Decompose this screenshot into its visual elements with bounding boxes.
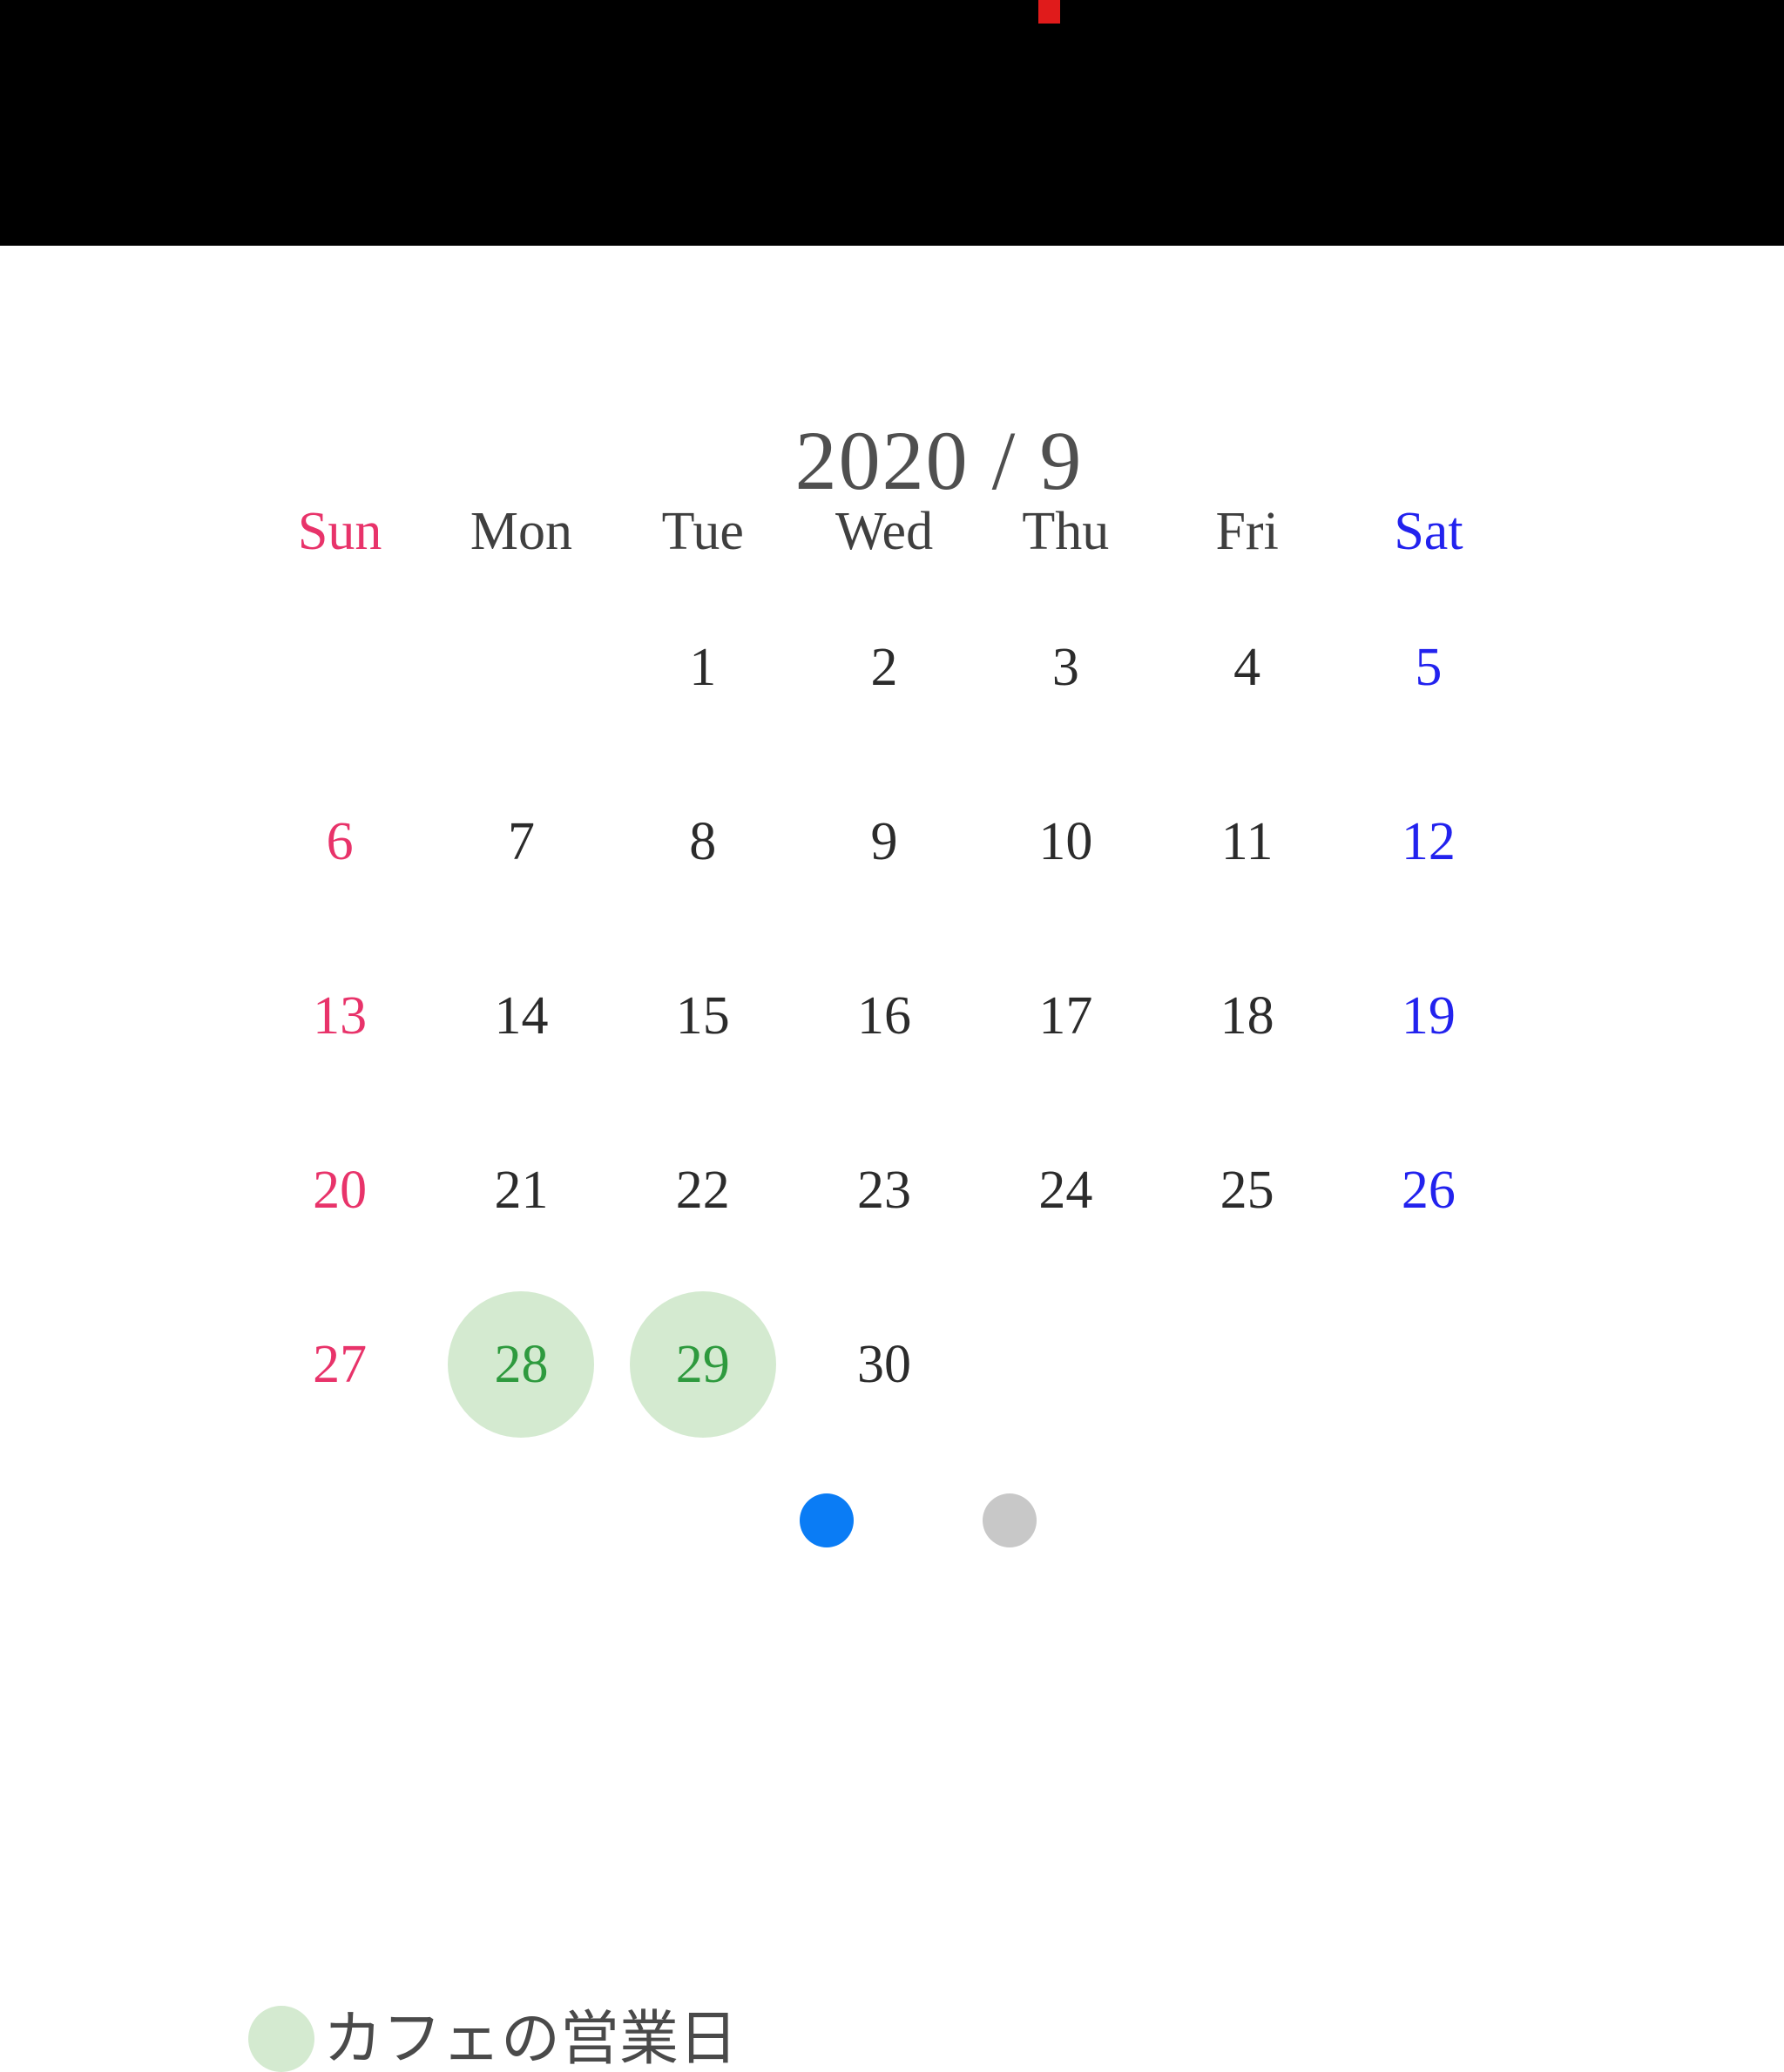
- weekday-header-cell: Sat: [1338, 483, 1519, 580]
- calendar-day-cell[interactable]: 25: [1156, 1103, 1337, 1277]
- calendar-day-cell[interactable]: 29: [612, 1277, 794, 1452]
- day-number: 10: [1038, 812, 1093, 871]
- calendar-day-cell[interactable]: 15: [612, 929, 794, 1103]
- calendar-week-row: 20 21 22 23 24 25 26: [249, 1103, 1519, 1277]
- day-number: 8: [689, 812, 717, 871]
- calendar-day-cell[interactable]: 14: [430, 929, 612, 1103]
- day-number: 17: [1038, 986, 1093, 1046]
- day-number: 27: [313, 1335, 368, 1394]
- calendar-day-cell[interactable]: 16: [794, 929, 975, 1103]
- day-number: 26: [1401, 1161, 1456, 1220]
- calendar-grid: Sun Mon Tue Wed Thu Fri Sat 1 2 3 4 5 6 7 8 9 10 11 12 13 1…: [249, 483, 1519, 1452]
- day-number: 19: [1401, 986, 1456, 1046]
- pager-dot-inactive[interactable]: [983, 1493, 1037, 1547]
- pager-dot-active[interactable]: [800, 1493, 854, 1547]
- weekday-label-thu: Thu: [1022, 502, 1110, 561]
- day-number: 24: [1038, 1161, 1093, 1220]
- day-number: 25: [1220, 1161, 1274, 1220]
- weekday-label-sun: Sun: [297, 502, 382, 561]
- day-number: 11: [1220, 812, 1274, 871]
- calendar-day-cell[interactable]: 7: [430, 755, 612, 929]
- calendar-day-cell[interactable]: 10: [975, 755, 1156, 929]
- weekday-label-sat: Sat: [1394, 502, 1463, 561]
- red-marker-icon: [1038, 0, 1060, 24]
- weekday-label-fri: Fri: [1215, 502, 1279, 561]
- day-number: 14: [494, 986, 549, 1046]
- day-number: 23: [857, 1161, 912, 1220]
- calendar-day-cell[interactable]: 17: [975, 929, 1156, 1103]
- legend-label: カフェの営業日: [323, 2006, 739, 2072]
- day-number: 30: [857, 1335, 912, 1394]
- day-number: 15: [675, 986, 730, 1046]
- calendar-week-row: 6 7 8 9 10 11 12: [249, 755, 1519, 929]
- weekday-header-row: Sun Mon Tue Wed Thu Fri Sat: [249, 483, 1519, 580]
- day-number: 5: [1415, 638, 1443, 697]
- weekday-header-cell: Fri: [1156, 483, 1337, 580]
- calendar-empty-cell: [430, 580, 612, 755]
- day-number: 20: [313, 1161, 368, 1220]
- day-number: 12: [1401, 812, 1456, 871]
- legend-swatch-open-day: [248, 2006, 314, 2072]
- calendar-day-cell[interactable]: 12: [1338, 755, 1519, 929]
- day-number: 21: [494, 1161, 549, 1220]
- calendar-day-cell[interactable]: 23: [794, 1103, 975, 1277]
- day-number: 28: [494, 1335, 549, 1394]
- weekday-header-cell: Tue: [612, 483, 794, 580]
- calendar-week-row: 13 14 15 16 17 18 19: [249, 929, 1519, 1103]
- calendar-day-cell[interactable]: 26: [1338, 1103, 1519, 1277]
- weekday-label-tue: Tue: [661, 502, 744, 561]
- day-number: 4: [1233, 638, 1261, 697]
- calendar-empty-cell: [975, 1277, 1156, 1452]
- top-status-bar: [0, 0, 1784, 246]
- calendar-day-cell[interactable]: 19: [1338, 929, 1519, 1103]
- calendar-day-cell[interactable]: 27: [249, 1277, 430, 1452]
- weekday-header-cell: Sun: [249, 483, 430, 580]
- calendar-day-cell[interactable]: 18: [1156, 929, 1337, 1103]
- calendar-day-cell[interactable]: 6: [249, 755, 430, 929]
- day-number: 22: [675, 1161, 730, 1220]
- calendar-day-cell[interactable]: 30: [794, 1277, 975, 1452]
- weekday-label-mon: Mon: [470, 502, 573, 561]
- weekday-header-cell: Mon: [430, 483, 612, 580]
- day-number: 7: [507, 812, 535, 871]
- calendar-day-cell[interactable]: 2: [794, 580, 975, 755]
- day-number: 16: [857, 986, 912, 1046]
- day-number: 29: [675, 1335, 730, 1394]
- day-number: 6: [326, 812, 354, 871]
- day-number: 2: [870, 638, 898, 697]
- weekday-label-wed: Wed: [835, 502, 934, 561]
- calendar-week-row: 27 28 29 30: [249, 1277, 1519, 1452]
- calendar-day-cell[interactable]: 1: [612, 580, 794, 755]
- calendar-day-cell[interactable]: 3: [975, 580, 1156, 755]
- calendar-day-cell[interactable]: 9: [794, 755, 975, 929]
- calendar-day-cell[interactable]: 21: [430, 1103, 612, 1277]
- calendar-page: 2020 / 9 Sun Mon Tue Wed Thu Fri Sat 123456789…: [0, 246, 1784, 2072]
- day-number: 9: [870, 812, 898, 871]
- day-number: 18: [1220, 986, 1274, 1046]
- calendar-day-cell[interactable]: 13: [249, 929, 430, 1103]
- calendar-day-cell[interactable]: 20: [249, 1103, 430, 1277]
- calendar-day-cell[interactable]: 24: [975, 1103, 1156, 1277]
- legend: カフェの営業日: [248, 2006, 738, 2072]
- calendar-day-cell[interactable]: 28: [430, 1277, 612, 1452]
- day-number: 1: [689, 638, 717, 697]
- calendar-day-cell[interactable]: 11: [1156, 755, 1337, 929]
- calendar-empty-cell: [1156, 1277, 1337, 1452]
- calendar-day-cell[interactable]: 22: [612, 1103, 794, 1277]
- weekday-header-cell: Thu: [975, 483, 1156, 580]
- day-number: 13: [313, 986, 368, 1046]
- calendar-day-cell[interactable]: 4: [1156, 580, 1337, 755]
- pagination-dots[interactable]: [0, 1493, 1784, 1547]
- calendar-day-cell[interactable]: 5: [1338, 580, 1519, 755]
- calendar-empty-cell: [1338, 1277, 1519, 1452]
- calendar-week-row: 1 2 3 4 5: [249, 580, 1519, 755]
- day-number: 3: [1051, 638, 1079, 697]
- calendar-empty-cell: [249, 580, 430, 755]
- calendar-day-cell[interactable]: 8: [612, 755, 794, 929]
- weekday-header-cell: Wed: [794, 483, 975, 580]
